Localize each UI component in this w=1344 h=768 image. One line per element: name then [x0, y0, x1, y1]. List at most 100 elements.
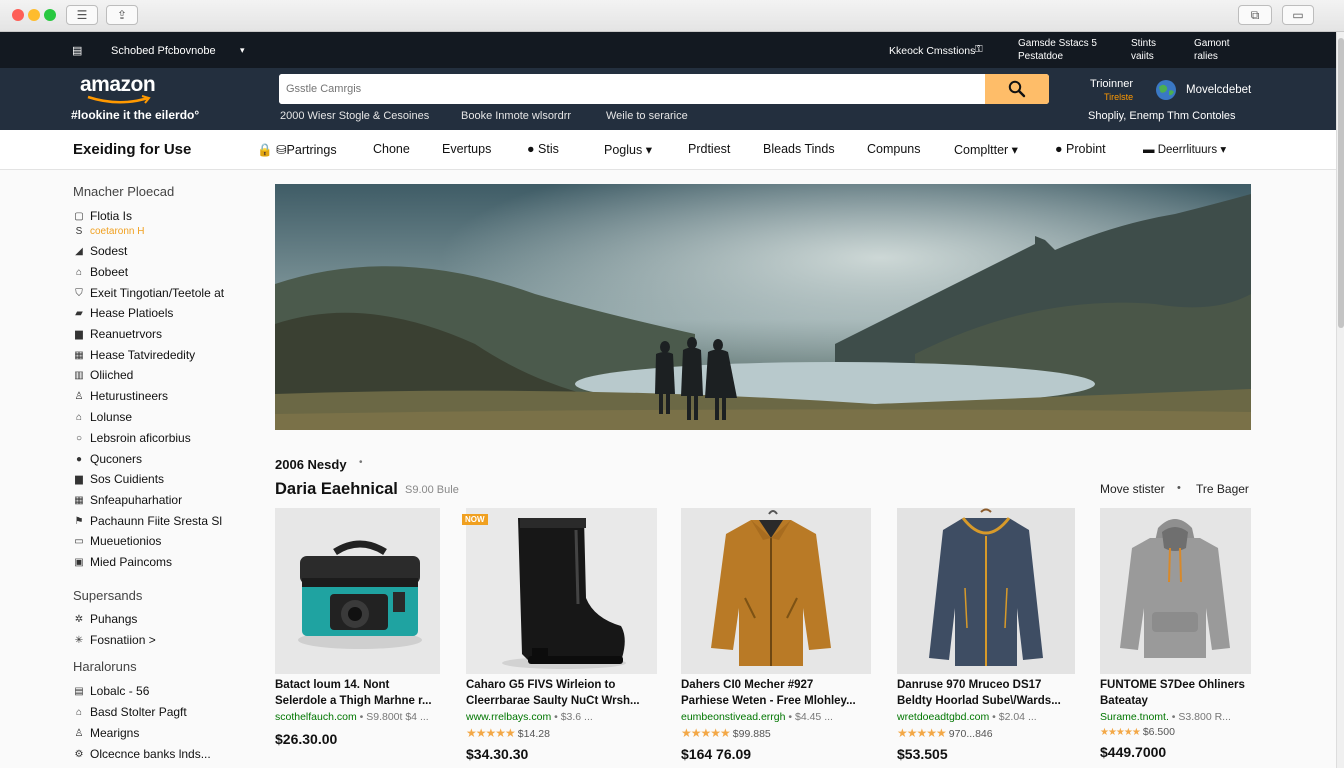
product-rating[interactable]: ★★★★★ $14.28: [466, 726, 550, 740]
tab-prdtiest[interactable]: Prdtiest: [688, 142, 730, 156]
sidebar-item[interactable]: ▰ Hease Platioels: [73, 306, 173, 320]
seller-link[interactable]: Surame.tnomt.: [1100, 711, 1169, 723]
sidebar-item[interactable]: ⛉ Exeit Tingotian/Teetole at: [73, 286, 224, 300]
sidebar-item[interactable]: ○ Lebsroin aficorbius: [73, 431, 191, 445]
header-right-links[interactable]: Shopliy, Enemp Thm Contoles: [1088, 110, 1236, 122]
product-title-line1[interactable]: Danruse 970 Mruceo DS17: [897, 678, 1041, 693]
seller-link[interactable]: wretdoeadtgbd.com: [897, 711, 989, 723]
product-seller[interactable]: scothelfauch.com • S9.800t $4 ...: [275, 711, 429, 723]
sidebar-item[interactable]: ✳ Fosnatiion >: [73, 633, 156, 647]
reader-icon[interactable]: ▭: [1282, 5, 1314, 25]
minimize-window-button[interactable]: [28, 9, 40, 21]
top-col1-line1[interactable]: Gamsde Sstacs 5: [1018, 38, 1097, 49]
product-seller[interactable]: Surame.tnomt. • S3.800 R...: [1100, 711, 1231, 723]
sidebar-item[interactable]: ● Quconers: [73, 452, 142, 466]
product-image[interactable]: [681, 508, 871, 674]
product-title-line1[interactable]: Dahers CI0 Mecher #927: [681, 678, 813, 693]
seller-link[interactable]: eumbeonstivead.errgh: [681, 711, 785, 723]
product-title-line1[interactable]: FUNTOME S7Dee Ohliners: [1100, 678, 1245, 693]
page-scrollbar[interactable]: [1336, 32, 1344, 768]
promo-link-2[interactable]: Booke Inmote wlsordrr: [461, 110, 571, 122]
maximize-window-button[interactable]: [44, 9, 56, 21]
sidebar-item[interactable]: ▦ Snfeapuharhatior: [73, 493, 182, 507]
globe-icon[interactable]: [1155, 79, 1177, 101]
account-label[interactable]: Trioinner: [1090, 78, 1133, 90]
product-title-line2[interactable]: Parhiese Weten - Free Mlohley...: [681, 694, 856, 709]
dollar-icon: ⛁: [276, 143, 287, 157]
promo-link-1[interactable]: 2000 Wiesr Stogle & Cesoines: [280, 110, 429, 122]
sidebar-item[interactable]: ⌂ Basd Stolter Pagft: [73, 705, 187, 719]
seller-link[interactable]: www.rrelbays.com: [466, 711, 551, 723]
sidebar-item[interactable]: ⚑ Pachaunn Fiite Sresta Sl: [73, 514, 223, 528]
product-title-line2[interactable]: Bateatay: [1100, 694, 1148, 709]
product-title-line2[interactable]: Selerdole a Thigh Marhne r...: [275, 694, 432, 709]
sidebar-item-label: Heturustineers: [90, 389, 169, 403]
top-col3-line1[interactable]: Gamont: [1194, 38, 1230, 49]
product-image[interactable]: [466, 508, 657, 674]
promo-link-3[interactable]: Weile to serarice: [606, 110, 688, 122]
tab-overview-icon[interactable]: ⧉: [1238, 5, 1272, 25]
sidebar-item[interactable]: ✲ Puhangs: [73, 612, 138, 626]
tab-compltter[interactable]: Compltter ▾: [954, 142, 1018, 157]
sidebar-item[interactable]: ⌂ Lolunse: [73, 410, 132, 424]
product-seller[interactable]: eumbeonstivead.errgh • $4.45 ...: [681, 711, 833, 723]
sidebar-item[interactable]: ▢ Flotia Is: [73, 209, 132, 223]
globe-label[interactable]: Movelcdebet: [1186, 84, 1251, 96]
product-title-line2[interactable]: Beldty Hoorlad Sube\/Wards...: [897, 694, 1061, 709]
tab-compuns[interactable]: Compuns: [867, 142, 921, 156]
product-title-line2[interactable]: Cleerrbarae Saulty NuCt Wrsh...: [466, 694, 640, 709]
product-title-line1[interactable]: Caharo G5 FIVS Wirleion to: [466, 678, 615, 693]
sidebar-item[interactable]: ▆ Reanuetrvors: [73, 327, 162, 341]
top-col2-line1[interactable]: Stints: [1131, 38, 1156, 49]
search-input[interactable]: [279, 74, 984, 104]
sidebar-item[interactable]: ♙ Heturustineers: [73, 389, 169, 403]
product-image[interactable]: [1100, 508, 1251, 674]
sidebar-item[interactable]: ▭ Mueuetionios: [73, 534, 161, 548]
sidebar-item-label: Olcecnce banks lnds...: [90, 747, 211, 761]
sidebar-item[interactable]: ♙ Mearigns: [73, 726, 140, 740]
sidebar-item[interactable]: ◢ Sodest: [73, 244, 127, 258]
product-seller[interactable]: wretdoeadtgbd.com • $2.04 ...: [897, 711, 1037, 723]
close-window-button[interactable]: [12, 9, 24, 21]
grid-icon: ▦: [74, 349, 84, 361]
sidebar-item[interactable]: ▤ Lobalc - 56: [73, 684, 149, 698]
tab-partrings[interactable]: 🔒 ⛁Partrings: [257, 142, 337, 158]
tab-poglus[interactable]: Poglus ▾: [604, 142, 652, 157]
sidebar-item[interactable]: ⌂ Bobeet: [73, 265, 128, 279]
more-link[interactable]: Move stister: [1100, 482, 1165, 496]
sidebar-item[interactable]: Scoetaronn H: [73, 226, 145, 237]
top-left-link[interactable]: Schobed Pfcbovnobe: [111, 45, 216, 57]
hero-banner[interactable]: [275, 184, 1251, 430]
sidebar-item-label: Reanuetrvors: [90, 327, 163, 341]
sidebar-icon[interactable]: ☰: [66, 5, 98, 25]
top-center-link[interactable]: Kkeock Cmsstions: [889, 45, 975, 57]
scrollbar-thumb[interactable]: [1338, 38, 1344, 328]
rating-count: $14.28: [517, 728, 550, 740]
tab-stis[interactable]: ● Stis: [527, 142, 559, 156]
sidebar-item[interactable]: ▆ Sos Cuidients: [73, 472, 164, 486]
product-rating[interactable]: ★★★★★ $6.500: [1100, 726, 1175, 738]
sidebar-item[interactable]: ▦ Hease Tatvirededity: [73, 348, 195, 362]
sidebar-item[interactable]: ▥ Oliiched: [73, 368, 133, 382]
tab-evertups[interactable]: Evertups: [442, 142, 491, 156]
tab-deerrlituurs[interactable]: ▬ Deerrlituurs ▾: [1143, 142, 1226, 156]
product-rating[interactable]: ★★★★★ $99.885: [681, 726, 771, 740]
sidebar-item[interactable]: ▣ Mied Paincoms: [73, 555, 172, 569]
see-all-link[interactable]: Tre Bager: [1196, 482, 1249, 496]
share-icon[interactable]: ⇪: [106, 5, 138, 25]
bag-icon: ▆: [75, 473, 83, 485]
sidebar-heading-3: Haraloruns: [73, 659, 137, 674]
amazon-logo[interactable]: amazon: [80, 73, 156, 97]
tab-chone[interactable]: Chone: [373, 142, 410, 156]
seller-link[interactable]: scothelfauch.com: [275, 711, 357, 723]
tab-bleads-tinds[interactable]: Bleads Tinds: [763, 142, 835, 156]
product-seller[interactable]: www.rrelbays.com • $3.6 ...: [466, 711, 593, 723]
product-price: $34.30.30: [466, 746, 529, 762]
product-image[interactable]: [897, 508, 1075, 674]
product-rating[interactable]: ★★★★★ 970...846: [897, 726, 993, 740]
sidebar-item[interactable]: ⚙ Olcecnce banks lnds...: [73, 747, 211, 761]
search-button[interactable]: [985, 74, 1049, 104]
product-title-line1[interactable]: Batact loum 14. Nont: [275, 678, 389, 693]
product-image[interactable]: [275, 508, 440, 674]
tab-probint[interactable]: ● Probint: [1055, 142, 1106, 156]
